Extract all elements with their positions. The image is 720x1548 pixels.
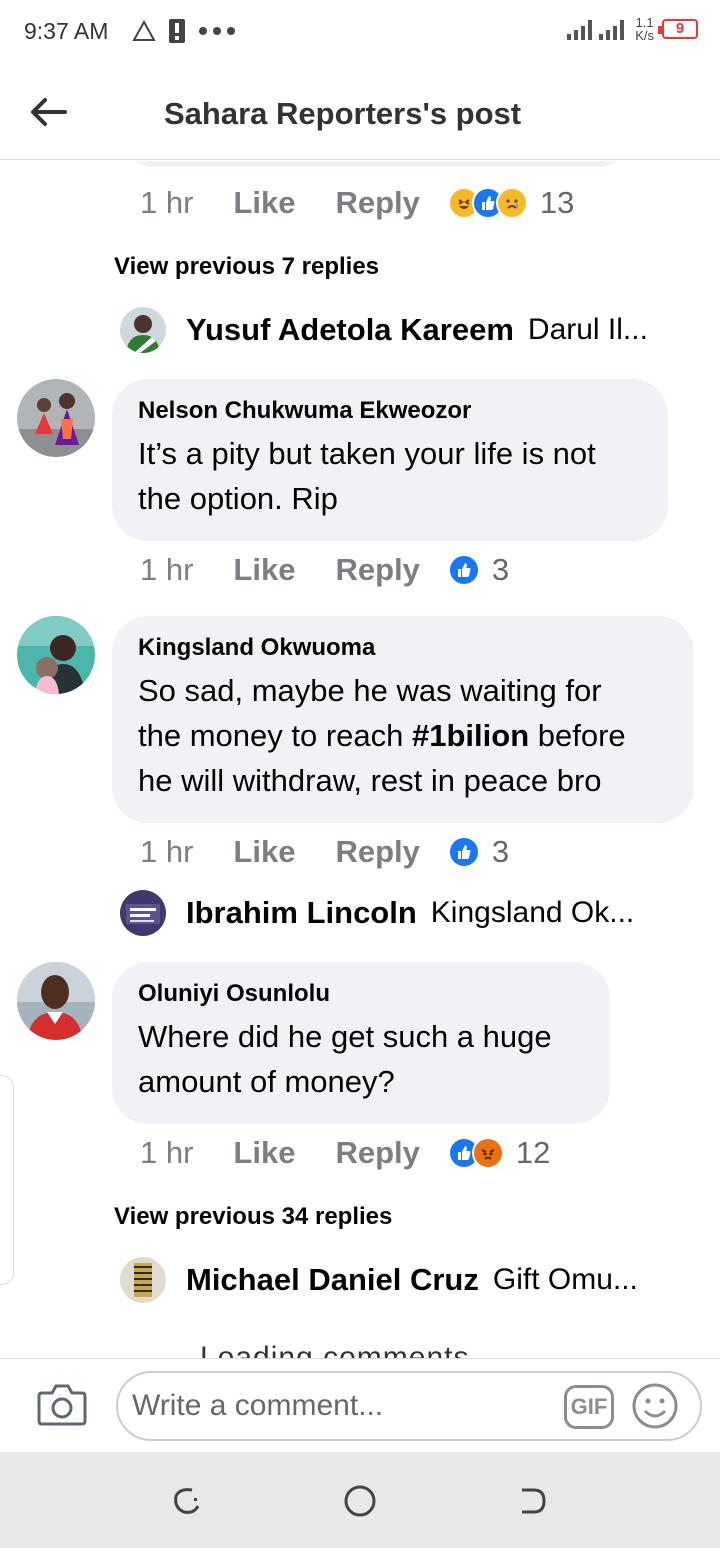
reaction-count: 3 bbox=[491, 834, 510, 869]
home-button[interactable] bbox=[343, 1484, 377, 1518]
reaction-summary[interactable] bbox=[447, 1137, 504, 1169]
camera-button[interactable] bbox=[36, 1381, 88, 1429]
floating-side-panel bbox=[0, 1075, 14, 1285]
view-previous-replies-link[interactable]: View previous 34 replies bbox=[114, 1203, 392, 1231]
recent-apps-button[interactable] bbox=[170, 1484, 204, 1518]
reply-preview[interactable]: Ibrahim Lincoln Kingsland Ok... bbox=[120, 890, 634, 936]
angry-reaction-icon bbox=[471, 1137, 504, 1169]
comment-author[interactable]: Nelson Chukwuma Ekweozor bbox=[138, 397, 642, 425]
loading-comments-text: Loading comments bbox=[200, 1341, 470, 1358]
like-reaction-icon bbox=[447, 836, 480, 868]
comment-actions: 1 hr Like Reply 3 bbox=[140, 552, 509, 588]
comment-input[interactable]: Write a comment... GIF bbox=[116, 1371, 702, 1441]
avatar[interactable] bbox=[17, 962, 95, 1040]
status-notification-icons bbox=[132, 18, 236, 44]
warning-icon bbox=[132, 20, 156, 41]
avatar[interactable] bbox=[120, 307, 166, 353]
avatar[interactable] bbox=[120, 1257, 166, 1303]
comment-bubble[interactable]: Oluniyi Osunlolu Where did he get such a… bbox=[112, 962, 610, 1124]
comment-author[interactable]: Oluniyi Osunlolu bbox=[138, 980, 584, 1008]
reply-preview[interactable]: Michael Daniel Cruz Gift Omu... bbox=[120, 1257, 638, 1303]
comment-placeholder: Write a comment... bbox=[132, 1389, 384, 1422]
comment-bubble[interactable]: Nelson Chukwuma Ekweozor It’s a pity but… bbox=[112, 379, 668, 541]
comment-author[interactable]: Kingsland Okwuoma bbox=[138, 634, 668, 662]
comment-time: 1 hr bbox=[140, 834, 194, 869]
comment-text: It’s a pity but taken your life is not t… bbox=[138, 436, 596, 516]
reply-button[interactable]: Reply bbox=[335, 834, 419, 870]
reaction-count: 3 bbox=[491, 552, 510, 587]
like-button[interactable]: Like bbox=[233, 552, 295, 588]
comment-bubble[interactable]: Kingsland Okwuoma So sad, maybe he was w… bbox=[112, 616, 694, 823]
reply-author[interactable]: Ibrahim Lincoln bbox=[186, 895, 417, 931]
gif-button[interactable]: GIF bbox=[564, 1385, 614, 1429]
avatar[interactable] bbox=[17, 616, 95, 694]
network-speed: 1.1 K/s bbox=[635, 15, 654, 43]
reply-text: Darul Il... bbox=[527, 313, 648, 346]
signal-icon bbox=[567, 20, 625, 40]
status-bar: 9:37 AM 1.1 K/s 9 bbox=[0, 0, 720, 62]
comments-list[interactable]: 1 hr Like Reply 13 View previous 7 repli… bbox=[0, 161, 720, 1358]
like-reaction-icon bbox=[447, 554, 480, 586]
view-previous-replies-link[interactable]: View previous 7 replies bbox=[114, 253, 379, 281]
status-time: 9:37 AM bbox=[24, 18, 109, 44]
reply-author[interactable]: Michael Daniel Cruz bbox=[186, 1262, 479, 1298]
like-button[interactable]: Like bbox=[233, 834, 295, 870]
home-circle-icon bbox=[344, 1485, 376, 1517]
comment-time: 1 hr bbox=[140, 1135, 194, 1170]
back-button[interactable] bbox=[26, 90, 70, 134]
recents-icon bbox=[174, 1488, 200, 1514]
reaction-count: 13 bbox=[539, 185, 575, 220]
reaction-summary[interactable] bbox=[447, 554, 480, 586]
reply-text: Kingsland Ok... bbox=[430, 896, 635, 929]
alert-icon bbox=[169, 19, 185, 43]
comment-actions: 1 hr Like Reply 12 bbox=[140, 1135, 550, 1171]
like-button[interactable]: Like bbox=[233, 185, 295, 221]
back-arrow-icon bbox=[31, 98, 67, 126]
comment-text: So sad, maybe he was waiting for the mon… bbox=[138, 673, 626, 798]
like-button[interactable]: Like bbox=[233, 1135, 295, 1171]
reply-button[interactable]: Reply bbox=[335, 1135, 419, 1171]
sad-reaction-icon bbox=[495, 187, 528, 219]
comment-composer: Write a comment... GIF bbox=[0, 1358, 720, 1452]
reply-text: Gift Omu... bbox=[492, 1263, 638, 1296]
page-title: Sahara Reporters's post bbox=[164, 96, 522, 131]
hashtag-link[interactable]: #1bilion bbox=[412, 718, 529, 753]
camera-icon bbox=[37, 1384, 87, 1426]
comment-text: Where did he get such a huge amount of m… bbox=[138, 1019, 552, 1099]
comment-actions: 1 hr Like Reply 3 bbox=[140, 834, 509, 870]
comment-time: 1 hr bbox=[140, 185, 194, 220]
avatar[interactable] bbox=[17, 379, 95, 457]
reply-button[interactable]: Reply bbox=[335, 552, 419, 588]
battery-icon: 9 bbox=[658, 19, 698, 39]
comment-actions: 1 hr Like Reply 13 bbox=[140, 185, 574, 221]
reply-preview[interactable]: Yusuf Adetola Kareem Darul Il... bbox=[120, 307, 648, 353]
reply-author[interactable]: Yusuf Adetola Kareem bbox=[186, 312, 514, 348]
status-system-icons: 1.1 K/s 9 bbox=[565, 16, 698, 42]
reaction-summary[interactable] bbox=[447, 187, 528, 219]
avatar[interactable] bbox=[120, 890, 166, 936]
more-notifications-icon bbox=[199, 27, 235, 35]
reply-button[interactable]: Reply bbox=[335, 185, 419, 221]
post-header: Sahara Reporters's post bbox=[0, 62, 720, 160]
emoji-button[interactable] bbox=[630, 1381, 680, 1431]
reaction-count: 12 bbox=[515, 1135, 551, 1170]
system-navigation-bar bbox=[0, 1452, 720, 1548]
emoji-icon bbox=[632, 1383, 678, 1429]
previous-comment-bubble bbox=[128, 161, 624, 167]
back-nav-icon bbox=[522, 1488, 546, 1514]
reaction-summary[interactable] bbox=[447, 836, 480, 868]
comment-time: 1 hr bbox=[140, 552, 194, 587]
back-nav-button[interactable] bbox=[516, 1484, 550, 1518]
